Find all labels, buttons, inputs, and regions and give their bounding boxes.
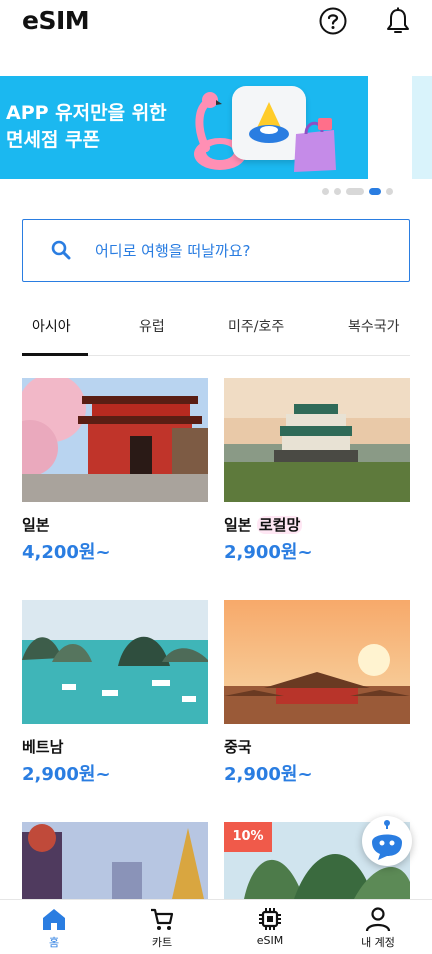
pagination-dot-active[interactable] (369, 188, 381, 195)
banner-pagination (322, 188, 393, 195)
product-image (22, 378, 208, 502)
banner-text: APP 유저만을 위한 면세점 쿠폰 (6, 100, 167, 154)
product-image (22, 600, 208, 724)
product-image (224, 378, 410, 502)
bottom-navigation: 홈 카트 eSIM 내 계정 (0, 899, 432, 954)
product-card-japan[interactable]: 일본 4,200원~ (22, 378, 208, 563)
nav-esim[interactable]: eSIM (216, 900, 324, 954)
search-icon (51, 240, 71, 260)
pagination-dot[interactable] (346, 188, 364, 195)
nav-account[interactable]: 내 계정 (324, 900, 432, 954)
help-circle-icon[interactable] (318, 6, 348, 36)
cart-icon (151, 908, 174, 930)
search-input[interactable] (95, 238, 385, 264)
nav-home-label: 홈 (48, 936, 60, 949)
product-card-vietnam[interactable]: 베트남 2,900원~ (22, 600, 208, 785)
product-name: 베트남 (22, 738, 64, 756)
destination-search[interactable] (22, 219, 410, 282)
bell-icon[interactable] (383, 6, 413, 36)
discount-badge: 10% (224, 822, 272, 852)
product-name: 중국 (224, 738, 252, 756)
pagination-dot[interactable] (334, 188, 341, 195)
local-network-tag: 로컬망 (256, 516, 303, 534)
product-price: 4,200원~ (22, 542, 111, 563)
shopping-bag-icon (294, 118, 336, 172)
chip-icon (259, 908, 281, 930)
chat-bot-button[interactable] (362, 816, 412, 866)
tab-europe[interactable]: 유럽 (139, 316, 165, 336)
product-price: 2,900원~ (224, 764, 313, 785)
product-image (224, 600, 410, 724)
tab-americas-oceania[interactable]: 미주/호주 (228, 316, 284, 336)
app-logo[interactable]: eSIM (22, 6, 90, 35)
product-price: 2,900원~ (22, 764, 111, 785)
product-card-japan-local[interactable]: 일본 로컬망 2,900원~ (224, 378, 410, 563)
product-name-text: 일본 (224, 516, 252, 534)
banner-line2: 면세점 쿠폰 (6, 129, 101, 151)
product-card-partial[interactable] (22, 822, 208, 899)
next-banner-preview[interactable] (412, 76, 432, 179)
chat-bot-icon (372, 820, 402, 860)
pagination-dot[interactable] (386, 188, 393, 195)
tab-multi-country[interactable]: 복수국가 (348, 316, 400, 336)
promo-banner[interactable]: APP 유저만을 위한 면세점 쿠폰 (0, 76, 368, 179)
nav-cart-label: 카트 (151, 936, 173, 949)
pagination-dot[interactable] (322, 188, 329, 195)
user-icon (365, 907, 391, 932)
banner-line1: APP 유저만을 위한 (6, 102, 167, 124)
active-tab-indicator (22, 353, 88, 356)
product-name: 일본 (22, 516, 50, 534)
region-tabs: 아시아 유럽 미주/호주 복수국가 (22, 304, 410, 356)
product-name: 일본 로컬망 (224, 514, 303, 535)
nav-cart[interactable]: 카트 (108, 900, 216, 954)
nav-esim-label: eSIM (256, 934, 284, 947)
product-price: 2,900원~ (224, 542, 313, 563)
nav-home[interactable]: 홈 (0, 900, 108, 954)
home-icon (43, 909, 65, 930)
app-header: eSIM (0, 0, 432, 56)
nav-account-label: 내 계정 (361, 936, 395, 949)
product-image (22, 822, 208, 899)
tab-asia[interactable]: 아시아 (32, 316, 71, 336)
product-card-china[interactable]: 중국 2,900원~ (224, 600, 410, 785)
